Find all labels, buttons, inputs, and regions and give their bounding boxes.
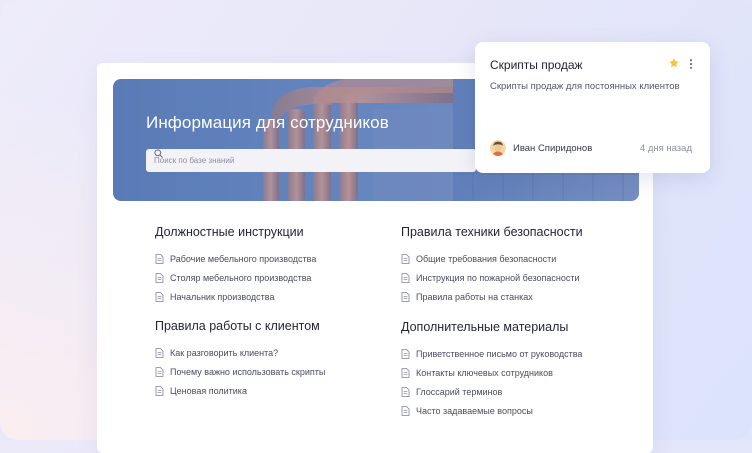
document-icon: [155, 272, 164, 283]
list-item-label: Контакты ключевых сотрудников: [416, 367, 553, 378]
section-extra-materials: Дополнительные материалы Приветственное …: [401, 320, 582, 420]
search-icon: [154, 149, 163, 158]
document-icon: [401, 272, 410, 283]
list-item-label: Начальник производства: [170, 291, 275, 302]
card-title: Скрипты продаж: [490, 58, 583, 72]
section-title: Должностные инструкции: [155, 225, 304, 239]
list-item[interactable]: Ценовая политика: [155, 381, 325, 400]
list-item-label: Столяр мебельного производства: [170, 272, 312, 283]
search-bar[interactable]: [146, 149, 476, 172]
document-icon: [155, 347, 164, 358]
list-item-label: Приветственное письмо от руководства: [416, 348, 583, 359]
section-safety-rules: Правила техники безопасности Общие требо…: [401, 225, 583, 306]
list-item[interactable]: Часто задаваемые вопросы: [401, 401, 582, 420]
page-title: Информация для сотрудников: [146, 113, 389, 132]
document-icon: [155, 253, 164, 264]
document-icon: [401, 348, 410, 359]
list-item[interactable]: Рабочие мебельного производства: [155, 249, 316, 268]
section-title: Дополнительные материалы: [401, 320, 569, 334]
document-icon: [401, 367, 410, 378]
list-item[interactable]: Столяр мебельного производства: [155, 268, 316, 287]
document-icon: [401, 291, 410, 302]
document-icon: [401, 253, 410, 264]
document-icon: [401, 405, 410, 416]
search-input[interactable]: [152, 155, 446, 166]
article-card[interactable]: Скрипты продаж Скрипты продаж для постоя…: [475, 42, 710, 173]
list-item[interactable]: Приветственное письмо от руководства: [401, 344, 582, 363]
card-author: Иван Спиридонов: [513, 143, 593, 154]
list-item-label: Ценовая политика: [170, 385, 247, 396]
list-item[interactable]: Глоссарий терминов: [401, 382, 582, 401]
list-item[interactable]: Инструкция по пожарной безопасности: [401, 268, 583, 287]
list-item-label: Общие требования безопасности: [416, 253, 557, 264]
list-item[interactable]: Начальник производства: [155, 287, 316, 306]
list-item-label: Рабочие мебельного производства: [170, 253, 317, 264]
section-title: Правила техники безопасности: [401, 225, 583, 239]
card-date: 4 дня назад: [639, 143, 692, 154]
list-item[interactable]: Общие требования безопасности: [401, 249, 583, 268]
section-job-instructions: Должностные инструкции Рабочие мебельног…: [155, 225, 316, 306]
section-title: Правила работы с клиентом: [155, 319, 320, 333]
list-item[interactable]: Контакты ключевых сотрудников: [401, 363, 582, 382]
card-description: Скрипты продаж для постоянных клиентов: [490, 81, 680, 92]
document-icon: [155, 385, 164, 396]
list-item-label: Почему важно использовать скрипты: [170, 366, 326, 377]
list-item-label: Как разговорить клиента?: [170, 347, 279, 358]
more-vertical-icon[interactable]: [689, 59, 693, 69]
list-item[interactable]: Правила работы на станках: [401, 287, 583, 306]
list-item-label: Глоссарий терминов: [416, 386, 503, 397]
document-icon: [155, 291, 164, 302]
list-item[interactable]: Почему важно использовать скрипты: [155, 362, 325, 381]
list-item-label: Правила работы на станках: [416, 291, 533, 302]
list-item-label: Часто задаваемые вопросы: [416, 405, 533, 416]
star-icon[interactable]: [668, 57, 680, 69]
document-icon: [401, 386, 410, 397]
avatar: [490, 140, 506, 156]
list-item-label: Инструкция по пожарной безопасности: [416, 272, 580, 283]
section-client-rules: Правила работы с клиентом Как разговорит…: [155, 319, 325, 400]
document-icon: [155, 366, 164, 377]
list-item[interactable]: Как разговорить клиента?: [155, 343, 325, 362]
